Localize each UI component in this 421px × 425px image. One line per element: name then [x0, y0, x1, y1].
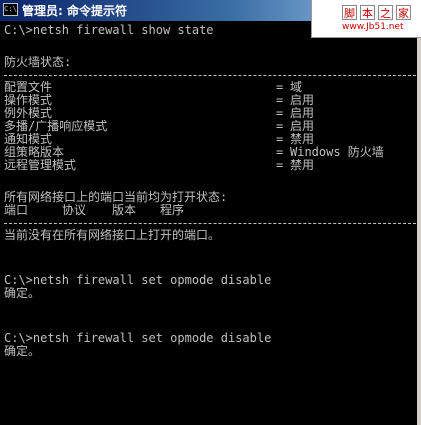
setting-value: 启用 [290, 107, 315, 120]
watermark-char: 脚 [342, 5, 357, 20]
setting-row: 例外模式 = 启用 [4, 107, 416, 120]
watermark-chars: 脚本之家 [342, 2, 414, 21]
setting-label: 远程管理模式 [4, 159, 77, 172]
column-port: 端口 [4, 204, 29, 217]
ports-columns-row: 端口 协议 版本 程序 [4, 204, 416, 217]
vertical-scrollbar[interactable] [417, 38, 421, 425]
setting-equals: = [276, 120, 284, 133]
firewall-status-heading: 防火墙状态: [4, 56, 72, 69]
command-line: C:\>netsh firewall set opmode disable [4, 274, 272, 287]
watermark-char: 本 [360, 5, 375, 20]
setting-row: 远程管理模式 = 禁用 [4, 159, 416, 172]
setting-value: 启用 [290, 94, 315, 107]
column-version: 版本 [112, 204, 137, 217]
console-app-icon[interactable]: C:\ [3, 3, 18, 16]
command-line: C:\>netsh firewall show state [4, 24, 214, 37]
setting-equals: = [276, 107, 284, 120]
column-program: 程序 [160, 204, 185, 217]
command-line: C:\>netsh firewall set opmode disable [4, 332, 272, 345]
setting-equals: = [276, 81, 284, 94]
setting-equals: = [276, 146, 284, 159]
setting-row: 多播/广播响应模式 = 启用 [4, 120, 416, 133]
setting-value: Windows 防火墙 [290, 146, 384, 159]
setting-label: 组策略版本 [4, 146, 65, 159]
console-output[interactable]: C:\>netsh firewall show state 防火墙状态: 配置文… [4, 24, 416, 358]
setting-label: 配置文件 [4, 81, 53, 94]
setting-value: 启用 [290, 120, 315, 133]
watermark-char: 之 [378, 5, 393, 20]
setting-row: 组策略版本 = Windows 防火墙 [4, 146, 416, 159]
setting-label: 例外模式 [4, 107, 53, 120]
setting-value: 域 [290, 81, 303, 94]
setting-label: 多播/广播响应模式 [4, 120, 108, 133]
ports-heading: 所有网络接口上的端口当前均为打开状态: [4, 191, 228, 204]
setting-value: 禁用 [290, 133, 315, 146]
command-result: 确定。 [4, 287, 41, 300]
no-ports-message: 当前没有在所有网络接口上打开的端口。 [4, 229, 221, 242]
command-result: 确定。 [4, 345, 41, 358]
setting-label: 通知模式 [4, 133, 53, 146]
window-title: 管理员: 命令提示符 [22, 4, 127, 18]
column-protocol: 协议 [62, 204, 87, 217]
setting-row: 操作模式 = 启用 [4, 94, 416, 107]
setting-label: 操作模式 [4, 94, 53, 107]
setting-row: 通知模式 = 禁用 [4, 133, 416, 146]
setting-row: 配置文件 = 域 [4, 81, 416, 94]
setting-equals: = [276, 133, 284, 146]
separator-line [4, 223, 416, 224]
setting-value: 禁用 [290, 159, 315, 172]
setting-equals: = [276, 159, 284, 172]
separator-line [4, 75, 416, 76]
setting-equals: = [276, 94, 284, 107]
watermark-char: 家 [396, 5, 411, 20]
